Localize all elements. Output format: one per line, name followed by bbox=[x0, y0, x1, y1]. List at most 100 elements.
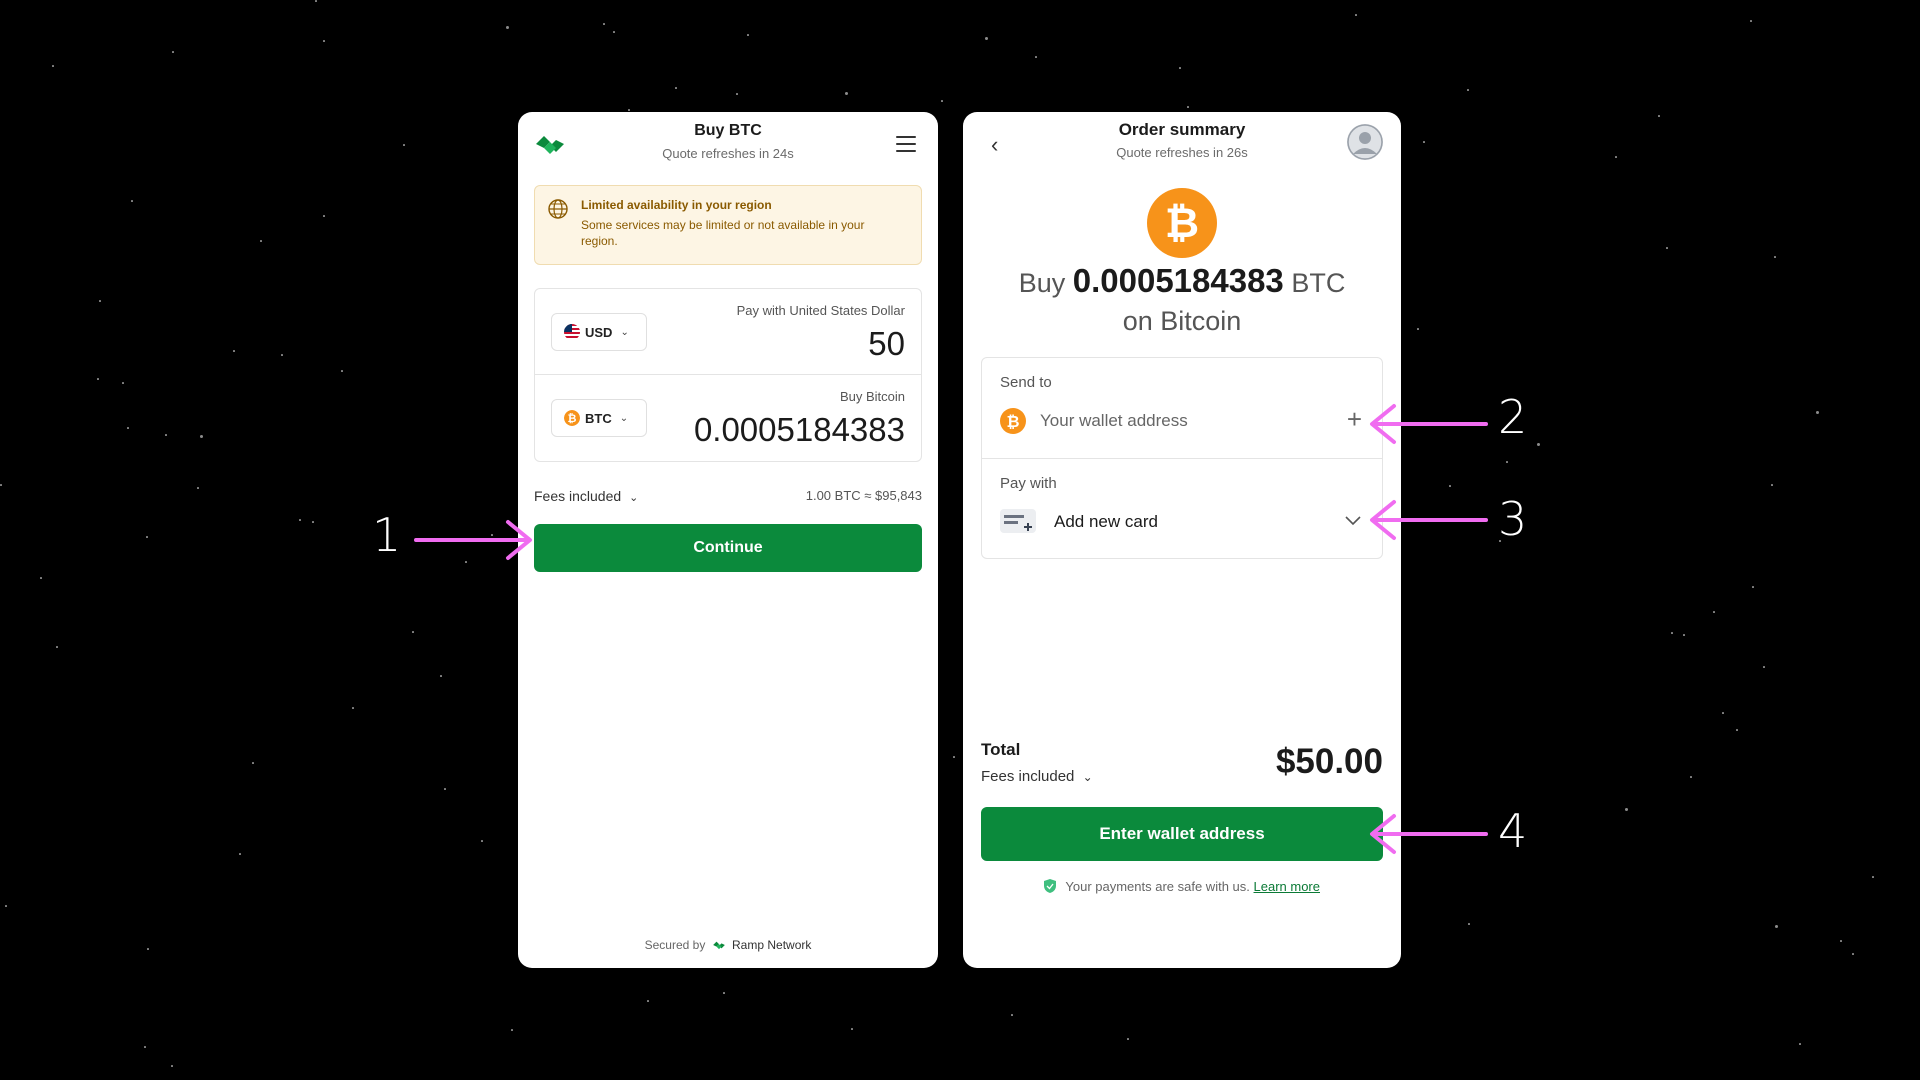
quote-refresh-text: Quote refreshes in 24s bbox=[662, 146, 794, 161]
star-dot bbox=[1736, 729, 1738, 731]
menu-icon[interactable] bbox=[896, 136, 916, 152]
star-dot bbox=[260, 240, 262, 242]
fees-label: Fees included bbox=[981, 768, 1075, 785]
star-dot bbox=[628, 109, 630, 111]
network-line: on Bitcoin bbox=[1122, 306, 1242, 336]
star-dot bbox=[0, 484, 2, 486]
pay-with-label: Pay with bbox=[1000, 475, 1057, 492]
quote-refresh-text: Quote refreshes in 26s bbox=[1116, 145, 1248, 160]
card-icon bbox=[1000, 509, 1036, 533]
fees-row: Fees included ⌄ 1.00 BTC ≈ $95,843 bbox=[534, 486, 922, 506]
star-dot bbox=[941, 100, 943, 102]
star-dot bbox=[603, 23, 605, 25]
payment-method-select[interactable]: Add new card bbox=[1054, 512, 1158, 532]
secured-prefix: Secured by bbox=[644, 938, 706, 952]
star-dot bbox=[506, 26, 509, 29]
buy-row: ₿ BTC ⌄ Buy Bitcoin 0.0005184383 bbox=[535, 375, 921, 461]
wallet-address-input[interactable]: Your wallet address bbox=[1040, 411, 1188, 431]
total-label: Total bbox=[981, 740, 1021, 759]
star-dot bbox=[122, 382, 124, 384]
star-dot bbox=[1752, 586, 1754, 588]
star-dot bbox=[1666, 247, 1668, 249]
star-dot bbox=[736, 93, 738, 95]
buy-prefix: Buy bbox=[1018, 268, 1066, 298]
star-dot bbox=[845, 92, 848, 95]
buy-amount: 0.0005184383 bbox=[1072, 262, 1284, 299]
fees-toggle[interactable]: Fees included ⌄ bbox=[534, 488, 638, 504]
page-title: Buy BTC bbox=[694, 122, 762, 139]
avatar-icon[interactable] bbox=[1347, 124, 1383, 160]
star-dot bbox=[1467, 89, 1469, 91]
star-dot bbox=[1713, 611, 1715, 613]
star-dot bbox=[146, 536, 148, 538]
pay-with-row: Pay with Add new card bbox=[982, 459, 1382, 560]
exchange-rate: 1.00 BTC ≈ $95,843 bbox=[805, 488, 922, 503]
order-details-box: Send to ₿ Your wallet address + Pay with… bbox=[981, 357, 1383, 559]
star-dot bbox=[56, 646, 58, 648]
star-dot bbox=[172, 51, 174, 53]
star-dot bbox=[200, 435, 203, 438]
chevron-down-icon: ⌄ bbox=[1082, 770, 1093, 784]
star-dot bbox=[1179, 67, 1181, 69]
star-dot bbox=[197, 487, 199, 489]
star-dot bbox=[1722, 712, 1724, 714]
annotation-number-3: 3 bbox=[1498, 492, 1528, 546]
star-dot bbox=[1690, 776, 1692, 778]
star-dot bbox=[953, 756, 955, 758]
ramp-logo-icon bbox=[712, 941, 725, 950]
pay-row: USD ⌄ Pay with United States Dollar 50 bbox=[535, 289, 921, 375]
annotation-arrow-3 bbox=[1370, 500, 1488, 540]
region-notice: Limited availability in your region Some… bbox=[534, 185, 922, 265]
plus-icon[interactable]: + bbox=[1347, 404, 1362, 435]
pay-caption: Pay with United States Dollar bbox=[736, 303, 905, 318]
svg-text:₿: ₿ bbox=[1006, 412, 1019, 431]
star-dot bbox=[1035, 56, 1037, 58]
star-dot bbox=[315, 0, 317, 2]
order-summary-panel: ‹ Order summary Quote refreshes in 26s ₿… bbox=[963, 112, 1401, 968]
star-dot bbox=[1671, 632, 1673, 634]
star-dot bbox=[511, 1029, 513, 1031]
annotation-number-2: 2 bbox=[1498, 390, 1528, 444]
star-dot bbox=[647, 1000, 649, 1002]
star-dot bbox=[147, 948, 149, 950]
safety-text: Your payments are safe with us. bbox=[1065, 879, 1250, 894]
pay-amount-input[interactable]: 50 bbox=[868, 325, 905, 363]
svg-text:₿: ₿ bbox=[568, 412, 577, 425]
send-to-label: Send to bbox=[1000, 374, 1052, 391]
star-dot bbox=[1816, 411, 1819, 414]
star-dot bbox=[1750, 20, 1752, 22]
star-dot bbox=[723, 992, 725, 994]
fees-toggle[interactable]: Fees included ⌄ bbox=[981, 768, 1093, 785]
star-dot bbox=[1468, 923, 1470, 925]
star-dot bbox=[985, 37, 988, 40]
buy-unit: BTC bbox=[1291, 268, 1346, 298]
annotation-arrow-1 bbox=[414, 520, 532, 560]
continue-button[interactable]: Continue bbox=[534, 524, 922, 572]
total-amount: $50.00 bbox=[1275, 742, 1383, 781]
chevron-down-icon: ⌄ bbox=[620, 326, 629, 338]
starfield-background bbox=[0, 0, 1920, 1080]
star-dot bbox=[481, 840, 483, 842]
bitcoin-icon: ₿ bbox=[564, 410, 580, 426]
secured-brand[interactable]: Ramp Network bbox=[732, 938, 811, 952]
star-dot bbox=[1449, 485, 1451, 487]
star-dot bbox=[1763, 666, 1765, 668]
star-dot bbox=[281, 354, 283, 356]
star-dot bbox=[165, 434, 167, 436]
annotation-arrow-4 bbox=[1370, 814, 1488, 854]
star-dot bbox=[1775, 925, 1778, 928]
star-dot bbox=[747, 34, 749, 36]
chevron-down-icon[interactable] bbox=[1344, 511, 1362, 529]
pay-currency-select[interactable]: USD ⌄ bbox=[551, 313, 647, 351]
buy-currency-select[interactable]: ₿ BTC ⌄ bbox=[551, 399, 647, 437]
buy-widget-panel: Buy BTC Quote refreshes in 24s Limited a… bbox=[518, 112, 938, 968]
buy-amount-value[interactable]: 0.0005184383 bbox=[694, 411, 905, 449]
star-dot bbox=[1683, 634, 1685, 636]
star-dot bbox=[1417, 328, 1419, 330]
enter-wallet-address-button[interactable]: Enter wallet address bbox=[981, 807, 1383, 861]
chevron-down-icon: ⌄ bbox=[629, 492, 639, 504]
star-dot bbox=[352, 707, 354, 709]
learn-more-link[interactable]: Learn more bbox=[1254, 879, 1320, 894]
exchange-box: USD ⌄ Pay with United States Dollar 50 ₿… bbox=[534, 288, 922, 462]
us-flag-icon bbox=[564, 324, 580, 340]
